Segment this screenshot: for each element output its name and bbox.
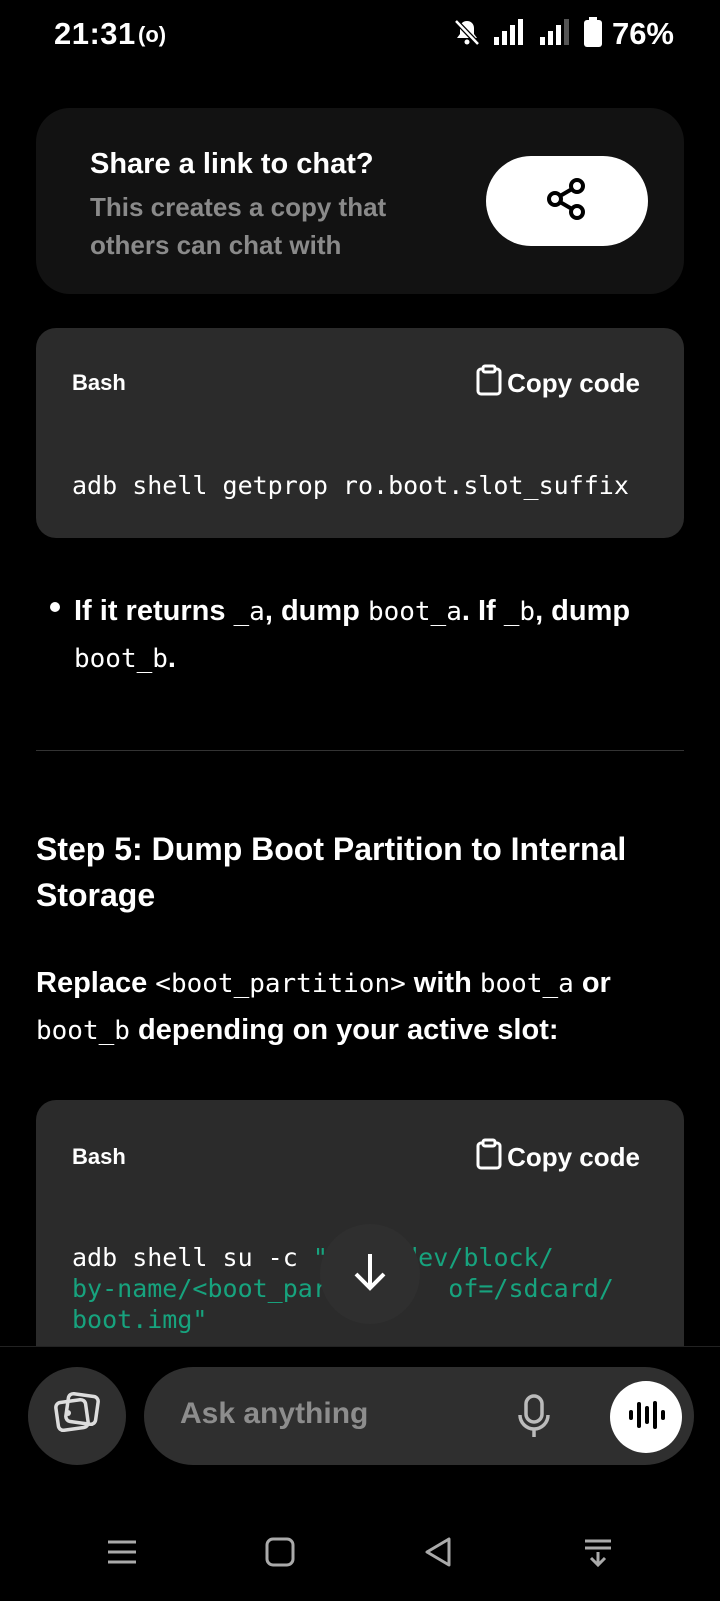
bullet-dot <box>50 602 60 612</box>
scroll-to-bottom-button[interactable] <box>320 1224 420 1324</box>
inline-code: boot_b <box>36 1016 130 1046</box>
bullet-text: If it returns _a, dump boot_a. If _b, du… <box>74 588 674 682</box>
share-button[interactable] <box>486 156 648 246</box>
code-language-label: Bash <box>72 1144 126 1169</box>
ask-placeholder: Ask anything <box>180 1397 369 1430</box>
code-line: adb shell getprop ro.boot.slot_suffix <box>72 471 629 500</box>
arrow-down-icon <box>348 1250 392 1299</box>
battery-icon <box>583 16 602 52</box>
share-icon <box>544 176 590 227</box>
battery-percent: 76% <box>611 16 674 51</box>
code-language-label: Bash <box>72 370 126 395</box>
text-run: , dump <box>264 595 368 627</box>
menu-icon[interactable] <box>98 1528 146 1576</box>
inline-code: _b <box>503 597 536 627</box>
paragraph: Replace <boot_partition> with boot_a or b… <box>36 960 686 1054</box>
bell-off-icon <box>452 17 482 52</box>
notifications-icon[interactable] <box>574 1528 622 1576</box>
inline-code: boot_a <box>367 597 462 627</box>
mic-icon[interactable] <box>514 1393 554 1446</box>
home-icon[interactable] <box>256 1528 304 1576</box>
signal-weak-icon <box>538 17 574 52</box>
text-run: depending on your active slot: <box>129 1014 559 1046</box>
signal-icon <box>492 17 528 52</box>
inline-code: boot_b <box>74 644 168 674</box>
ask-input[interactable]: Ask anything <box>144 1367 694 1465</box>
image-attach-icon <box>51 1391 103 1442</box>
copy-code-button[interactable]: Copy code <box>475 364 640 403</box>
inline-code: _a <box>233 597 265 627</box>
copy-code-label: Copy code <box>507 368 640 398</box>
system-nav-bar <box>0 1510 720 1590</box>
voice-mode-icon <box>626 1397 666 1438</box>
share-card-subtitle: This creates a copy that others can chat… <box>90 192 387 260</box>
text-run: . <box>167 642 176 674</box>
status-bar: 21:31 (o) 76% <box>0 0 720 72</box>
code-string: boot.img" <box>72 1305 208 1334</box>
text-run: . If <box>461 595 504 627</box>
code-plain: adb shell su -c <box>72 1243 313 1272</box>
hotspot-icon: (o) <box>138 22 167 47</box>
text-run: , dump <box>535 595 631 627</box>
clipboard-icon <box>475 1138 503 1177</box>
attach-image-button[interactable] <box>28 1367 126 1465</box>
share-card-title: Share a link to chat? <box>90 148 374 180</box>
copy-code-label: Copy code <box>507 1142 640 1172</box>
share-link-card: Share a link to chat? This creates a cop… <box>36 108 684 294</box>
back-icon[interactable] <box>414 1528 462 1576</box>
status-time: 21:31 <box>54 16 136 51</box>
divider <box>36 750 684 751</box>
copy-code-button[interactable]: Copy code <box>475 1138 640 1177</box>
text-run: with <box>405 967 480 999</box>
voice-mode-button[interactable] <box>610 1381 682 1453</box>
text-run: Replace <box>36 967 156 999</box>
text-run: If it returns <box>74 595 234 627</box>
inline-code: boot_a <box>479 969 574 999</box>
status-icons: 76% <box>452 16 674 52</box>
step-heading: Step 5: Dump Boot Partition to Internal … <box>36 831 627 913</box>
code-block: Bash Copy code adb shell getprop ro.boot… <box>36 328 684 538</box>
text-run: or <box>573 967 611 999</box>
clipboard-icon <box>475 364 503 403</box>
inline-code: <boot_partition> <box>155 969 406 999</box>
